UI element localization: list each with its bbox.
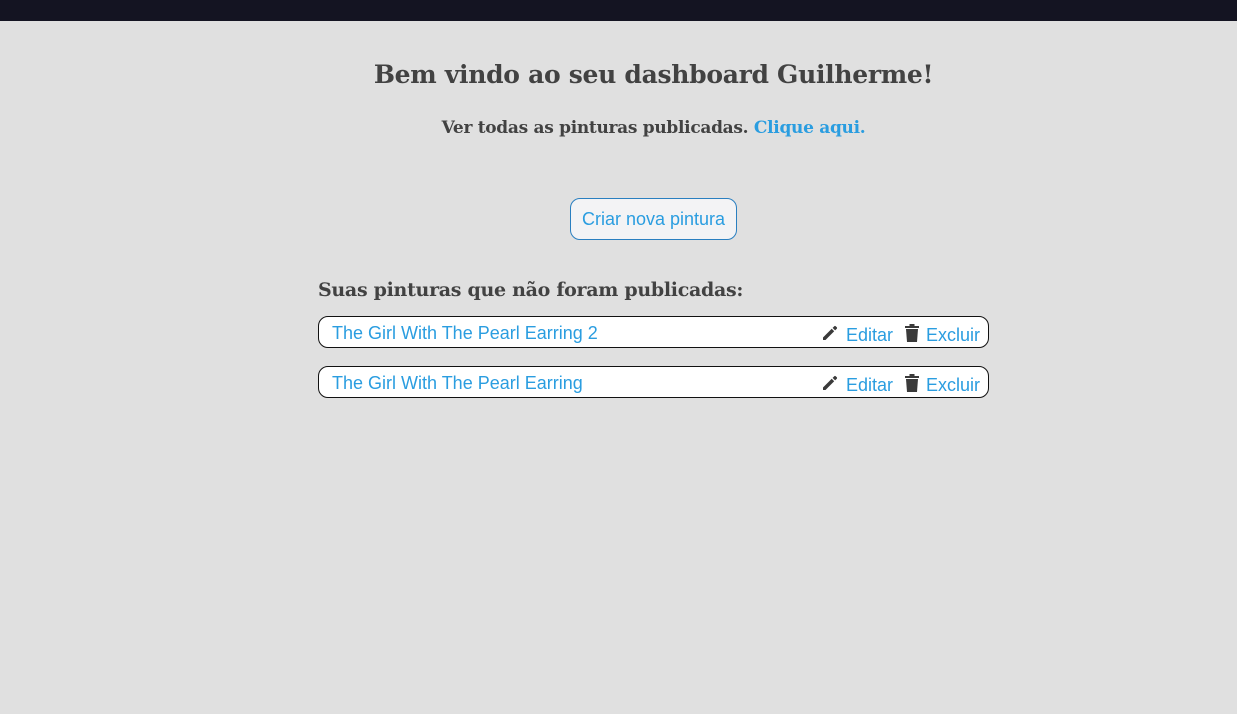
edit-painting-button[interactable]: Editar <box>820 371 893 395</box>
page-title: Bem vindo ao seu dashboard Guilherme! <box>373 60 934 89</box>
delete-painting-button[interactable]: Excluir <box>904 371 980 395</box>
view-published-link[interactable]: Clique aqui. <box>754 118 866 138</box>
painting-list-item: The Girl With The Pearl Earring 2 Editar… <box>318 316 989 348</box>
painting-title-link[interactable]: The Girl With The Pearl Earring <box>332 372 583 394</box>
edit-painting-button[interactable]: Editar <box>820 321 893 345</box>
trash-icon <box>905 374 919 392</box>
create-painting-button[interactable]: Criar nova pintura <box>570 198 737 240</box>
top-navbar <box>0 0 1237 21</box>
pencil-icon <box>823 325 838 340</box>
delete-label: Excluir <box>926 374 981 395</box>
painting-list-item: The Girl With The Pearl Earring Editar E… <box>318 366 989 398</box>
unpublished-heading: Suas pinturas que não foram publicadas: <box>318 279 744 301</box>
trash-icon <box>905 324 919 342</box>
delete-painting-button[interactable]: Excluir <box>904 321 980 345</box>
painting-title-link[interactable]: The Girl With The Pearl Earring 2 <box>332 322 598 344</box>
delete-label: Excluir <box>926 324 981 345</box>
edit-label: Editar <box>846 324 894 345</box>
pencil-icon <box>823 375 838 390</box>
published-paintings-text: Ver todas as pinturas publicadas. <box>441 118 749 138</box>
edit-label: Editar <box>846 374 894 395</box>
published-paintings-prompt: Ver todas as pinturas publicadas. Clique… <box>0 116 1237 140</box>
